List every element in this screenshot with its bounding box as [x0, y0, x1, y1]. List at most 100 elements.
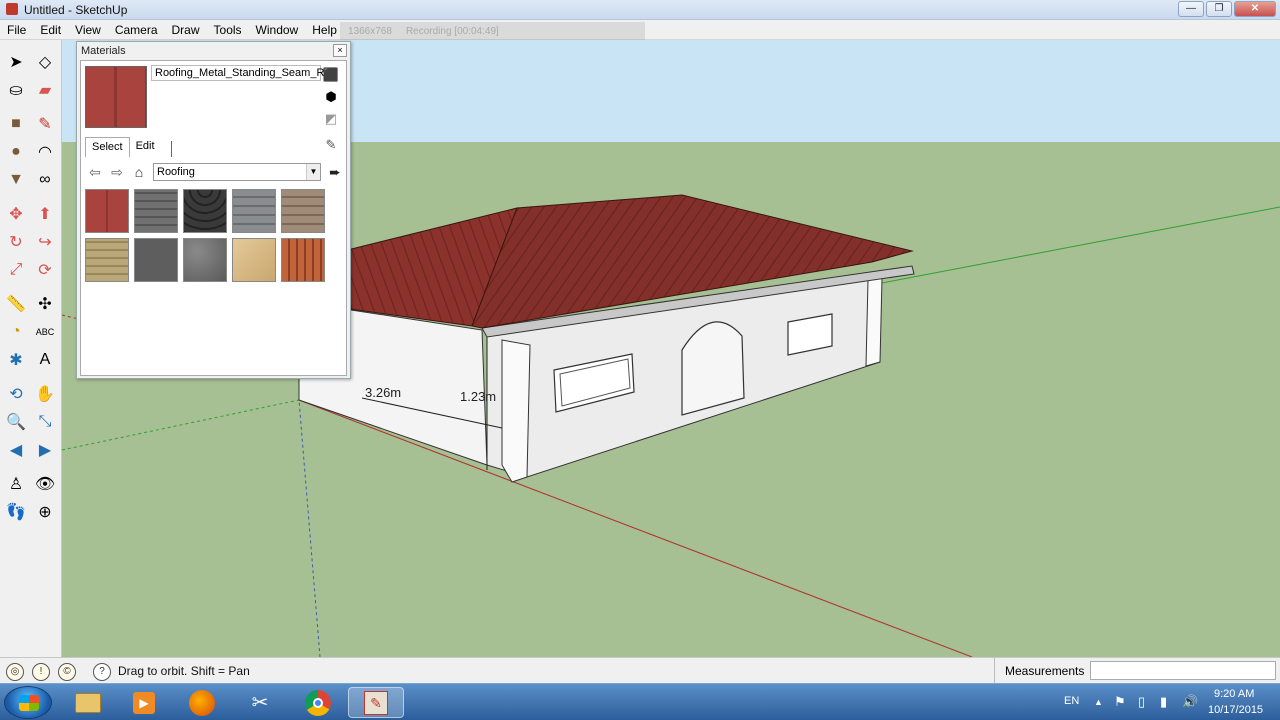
material-thumb-roofing-shingles-charcoal[interactable]	[134, 238, 178, 282]
measurements-label: Measurements	[994, 658, 1090, 684]
materials-panel: Materials × Roofing_Metal_Standing_Seam_…	[76, 41, 351, 379]
measurements-input[interactable]	[1090, 661, 1276, 680]
menu-view[interactable]: View	[68, 23, 108, 37]
collection-dropdown-value: Roofing	[157, 166, 195, 178]
battery-icon[interactable]: ▯	[1138, 694, 1145, 710]
firefox-icon[interactable]	[174, 687, 230, 718]
home-icon[interactable]: ⌂	[131, 164, 147, 180]
default-material-icon[interactable]: ◩	[322, 111, 340, 129]
network-icon[interactable]: ▮	[1160, 694, 1167, 710]
move-tool-icon[interactable]: ✥	[4, 202, 28, 226]
help-icon[interactable]: ?	[93, 663, 111, 681]
previous-view-icon[interactable]: ◀	[4, 438, 28, 462]
show-hidden-icons-icon[interactable]: ▲	[1094, 697, 1103, 707]
sample-paint-icon[interactable]: ✎	[322, 137, 340, 155]
snipping-tool-icon[interactable]: ✂	[232, 687, 288, 718]
arc-tool-icon[interactable]: ◠	[33, 140, 57, 164]
circle-tool-icon[interactable]: ●	[4, 140, 28, 164]
push-pull-icon[interactable]: ⬆	[33, 202, 57, 226]
volume-icon[interactable]: 🔊	[1182, 694, 1198, 710]
dimension-length-label: 3.26m	[365, 385, 401, 400]
minimize-button[interactable]: —	[1178, 1, 1204, 17]
material-thumb-roofing-metal-red[interactable]	[85, 189, 129, 233]
materials-close-button[interactable]: ×	[333, 44, 347, 57]
rectangle-tool-icon[interactable]: ■	[4, 112, 28, 136]
zoom-tool-icon[interactable]: 🔍	[4, 410, 28, 434]
menu-file[interactable]: File	[0, 23, 33, 37]
materials-panel-title: Materials	[81, 45, 126, 57]
paint-bucket-icon[interactable]: ⛀	[4, 78, 28, 102]
material-thumb-roofing-shingles-brown[interactable]	[281, 189, 325, 233]
3d-text-icon[interactable]: A	[33, 348, 57, 372]
text-tool-icon[interactable]: ABC	[33, 320, 57, 344]
material-thumb-roofing-scalloped-dark[interactable]	[183, 189, 227, 233]
menu-draw[interactable]: Draw	[165, 23, 207, 37]
material-thumb-roofing-tile-terracotta[interactable]	[281, 238, 325, 282]
menu-tools[interactable]: Tools	[207, 23, 249, 37]
corner-pilaster	[501, 339, 531, 483]
chevron-down-icon: ▼	[306, 164, 320, 180]
offset-tool-icon[interactable]: ⟳	[33, 258, 57, 282]
menu-help[interactable]: Help	[305, 23, 344, 37]
close-button[interactable]: ✕	[1234, 1, 1276, 17]
start-button[interactable]	[4, 686, 52, 719]
sketchup-taskbar-icon[interactable]: ✎	[348, 687, 404, 718]
maximize-button[interactable]: ❐	[1206, 1, 1232, 17]
material-thumb-roofing-stone-gray[interactable]	[183, 238, 227, 282]
menu-edit[interactable]: Edit	[33, 23, 68, 37]
current-material-swatch[interactable]	[85, 66, 147, 128]
tab-edit[interactable]: Edit	[130, 137, 161, 157]
zoom-extents-icon[interactable]: ▶	[33, 438, 57, 462]
geo-location-icon[interactable]: ◎	[6, 663, 24, 681]
materials-tabs: Select Edit	[85, 137, 172, 157]
back-arrow-icon[interactable]: ⇦	[87, 164, 103, 180]
line-tool-icon[interactable]: ✎	[33, 112, 57, 136]
eraser-icon[interactable]: ▰	[33, 78, 57, 102]
display-secondary-pane-icon[interactable]: ⬛	[322, 67, 340, 85]
menu-camera[interactable]: Camera	[108, 23, 165, 37]
section-plane-icon[interactable]: ⊕	[33, 500, 57, 524]
forward-arrow-icon[interactable]: ⇨	[109, 164, 125, 180]
tape-measure-icon[interactable]: 📏	[4, 292, 28, 316]
zoom-window-icon[interactable]: ⤡	[33, 410, 57, 434]
chrome-icon[interactable]	[290, 687, 346, 718]
follow-me-icon[interactable]: ↪	[33, 230, 57, 254]
windows-logo-icon	[19, 695, 39, 711]
material-thumb-roofing-shingles-slate[interactable]	[232, 189, 276, 233]
credits-icon[interactable]: !	[32, 663, 50, 681]
look-around-icon[interactable]: 👁	[33, 472, 57, 496]
sketchup-logo-icon	[6, 3, 18, 15]
polygon-tool-icon[interactable]: ▼	[4, 168, 28, 192]
create-material-icon[interactable]: ⬢	[322, 89, 340, 107]
file-explorer-icon[interactable]	[60, 687, 116, 718]
material-thumb-roofing-shingles-tan[interactable]	[85, 238, 129, 282]
protractor-icon[interactable]: ◔	[4, 320, 28, 344]
menu-window[interactable]: Window	[249, 23, 306, 37]
recording-resolution: 1366x768	[348, 25, 392, 37]
make-component-icon[interactable]: ◇	[33, 50, 57, 74]
material-thumbnails-grid	[85, 189, 325, 282]
details-arrow-icon[interactable]: ➨	[327, 164, 343, 180]
material-thumb-roofing-shingles-gray[interactable]	[134, 189, 178, 233]
rotate-tool-icon[interactable]: ↻	[4, 230, 28, 254]
media-player-icon[interactable]: ▶	[116, 687, 172, 718]
axes-tool-icon[interactable]: ✱	[4, 348, 28, 372]
collection-dropdown[interactable]: Roofing ▼	[153, 163, 321, 181]
clock-time[interactable]: 9:20 AM	[1214, 688, 1254, 700]
material-name-field[interactable]: Roofing_Metal_Standing_Seam_Red	[151, 65, 337, 81]
select-tool-icon[interactable]: ➤	[4, 50, 28, 74]
material-thumb-roofing-slate-beige[interactable]	[232, 238, 276, 282]
clock-date[interactable]: 10/17/2015	[1208, 704, 1263, 716]
tab-select[interactable]: Select	[85, 137, 130, 157]
pan-tool-icon[interactable]: ✋	[33, 382, 57, 406]
user-account-icon[interactable]: ©	[58, 663, 76, 681]
freehand-tool-icon[interactable]: ∞	[33, 168, 57, 192]
scale-tool-icon[interactable]: ⤢	[4, 258, 28, 282]
language-indicator[interactable]: EN	[1064, 695, 1079, 707]
action-center-flag-icon[interactable]: ⚑	[1114, 694, 1126, 710]
orbit-tool-icon[interactable]: ⟲	[4, 382, 28, 406]
position-camera-icon[interactable]: ♙	[4, 472, 28, 496]
walk-tool-icon[interactable]: 👣	[4, 500, 28, 524]
dimension-tool-icon[interactable]: ✣	[33, 292, 57, 316]
title-bar: Untitled - SketchUp — ❐ ✕	[0, 0, 1280, 20]
